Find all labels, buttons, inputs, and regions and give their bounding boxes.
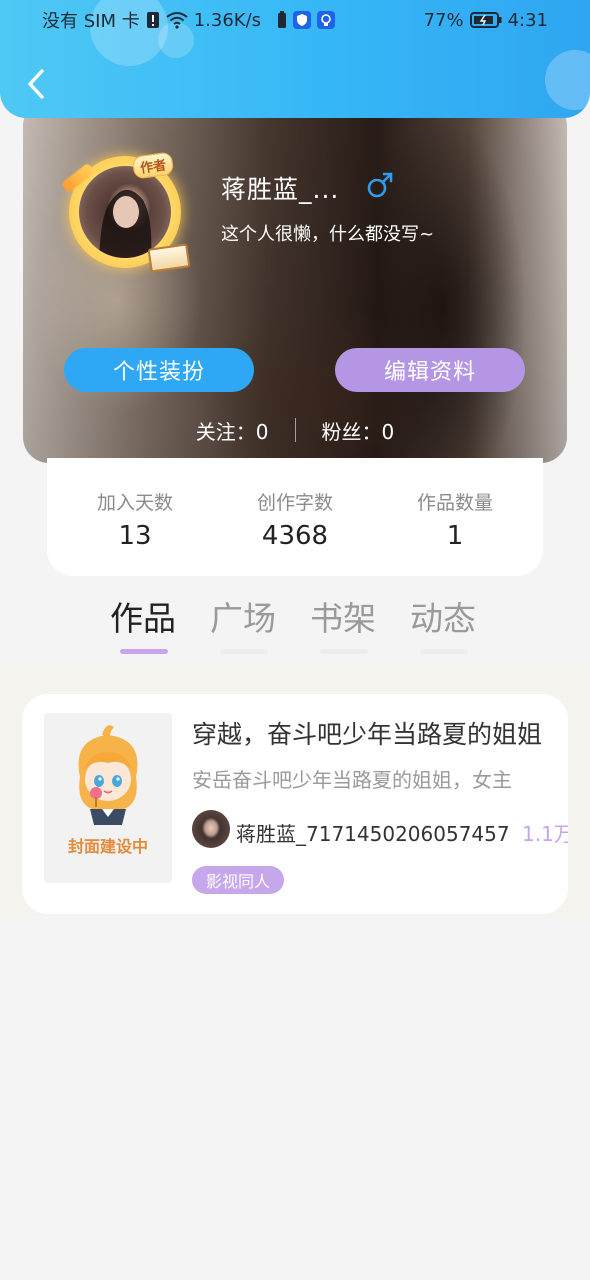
stat-label: 创作字数 [256,492,333,514]
stat-value: 13 [118,521,152,551]
back-button[interactable] [18,64,54,104]
battery-percent: 77% [423,9,464,31]
content-tabs: 作品 广场 书架 动态 [110,592,510,656]
avatar-portrait-icon [99,189,152,258]
stat-join-days: 加入天数 13 [60,488,210,576]
reader-count: 1.1万人 [522,822,568,846]
edit-profile-button[interactable]: 编辑资料 [335,348,525,392]
cover-placeholder-mascot-icon [78,725,138,825]
top-header: 没有 SIM 卡 1.36K/s 77% 4:31 [0,0,590,118]
wifi-icon [166,11,188,29]
following-count[interactable]: 关注：0 [196,416,269,445]
clock: 4:31 [507,9,548,31]
profile-page: 作者 蒋胜蓝_... 这个人很懒，什么都没写~ 个性装扮 编辑资料 关注：0 粉… [0,0,590,1280]
dress-up-button[interactable]: 个性装扮 [64,348,254,392]
tab-indicator [120,649,168,654]
follow-divider [294,418,296,442]
works-list: 封面建设中 穿越，奋斗吧少年当路夏的姐姐 安岳奋斗吧少年当路夏的姐姐，女主 蒋胜… [0,668,590,916]
author-avatar [192,810,230,848]
battery-small-icon [277,11,287,29]
battery-icon [469,11,502,29]
stat-label: 加入天数 [96,492,173,514]
bulb-icon [317,11,336,29]
tab-label: 广场 [210,599,276,638]
tab-indicator [320,649,368,654]
avatar-image [79,166,171,258]
follow-stats: 关注：0 粉丝：0 [23,410,567,450]
back-chevron-icon [28,69,44,99]
stat-works-count: 作品数量 1 [380,488,530,576]
shield-icon [293,11,312,29]
work-card[interactable]: 封面建设中 穿越，奋斗吧少年当路夏的姐姐 安岳奋斗吧少年当路夏的姐姐，女主 蒋胜… [22,694,568,914]
profile-card: 作者 蒋胜蓝_... 这个人很懒，什么都没写~ 个性装扮 编辑资料 关注：0 粉… [23,100,567,463]
work-description: 安岳奋斗吧少年当路夏的姐姐，女主 [192,768,512,792]
stats-card: 加入天数 13 创作字数 4368 作品数量 1 [47,458,543,576]
stat-value: 1 [446,521,464,551]
tab-label: 作品 [110,599,176,638]
male-gender-icon [366,170,394,204]
network-speed: 1.36K/s [193,9,262,31]
tab-bookshelf[interactable]: 书架 [310,592,376,656]
stat-value: 4368 [261,521,329,551]
bubble-decoration [545,50,590,110]
book-decoration-icon [147,243,191,273]
tab-square[interactable]: 广场 [210,592,276,656]
work-cover: 封面建设中 [44,713,172,883]
stat-label: 作品数量 [416,492,493,514]
stat-word-count: 创作字数 4368 [220,488,370,576]
sim-alert-icon [146,11,160,29]
cover-caption: 封面建设中 [67,837,148,856]
tab-works[interactable]: 作品 [110,592,176,656]
carrier-text: 没有 SIM 卡 [42,11,140,32]
tab-moments[interactable]: 动态 [410,592,476,656]
tab-label: 动态 [410,599,476,638]
author-name: 蒋胜蓝_7171450206057457 [236,822,510,846]
user-name: 蒋胜蓝_... [221,175,340,204]
user-bio: 这个人很懒，什么都没写~ [221,224,435,245]
avatar[interactable]: 作者 [60,146,191,274]
tab-indicator [420,649,468,654]
status-bar: 没有 SIM 卡 1.36K/s 77% 4:31 [0,0,590,40]
followers-count[interactable]: 粉丝：0 [322,416,395,445]
tab-indicator [220,649,268,654]
work-title: 穿越，奋斗吧少年当路夏的姐姐 [192,720,543,749]
tab-label: 书架 [310,599,376,638]
work-tag[interactable]: 影视同人 [192,866,285,894]
